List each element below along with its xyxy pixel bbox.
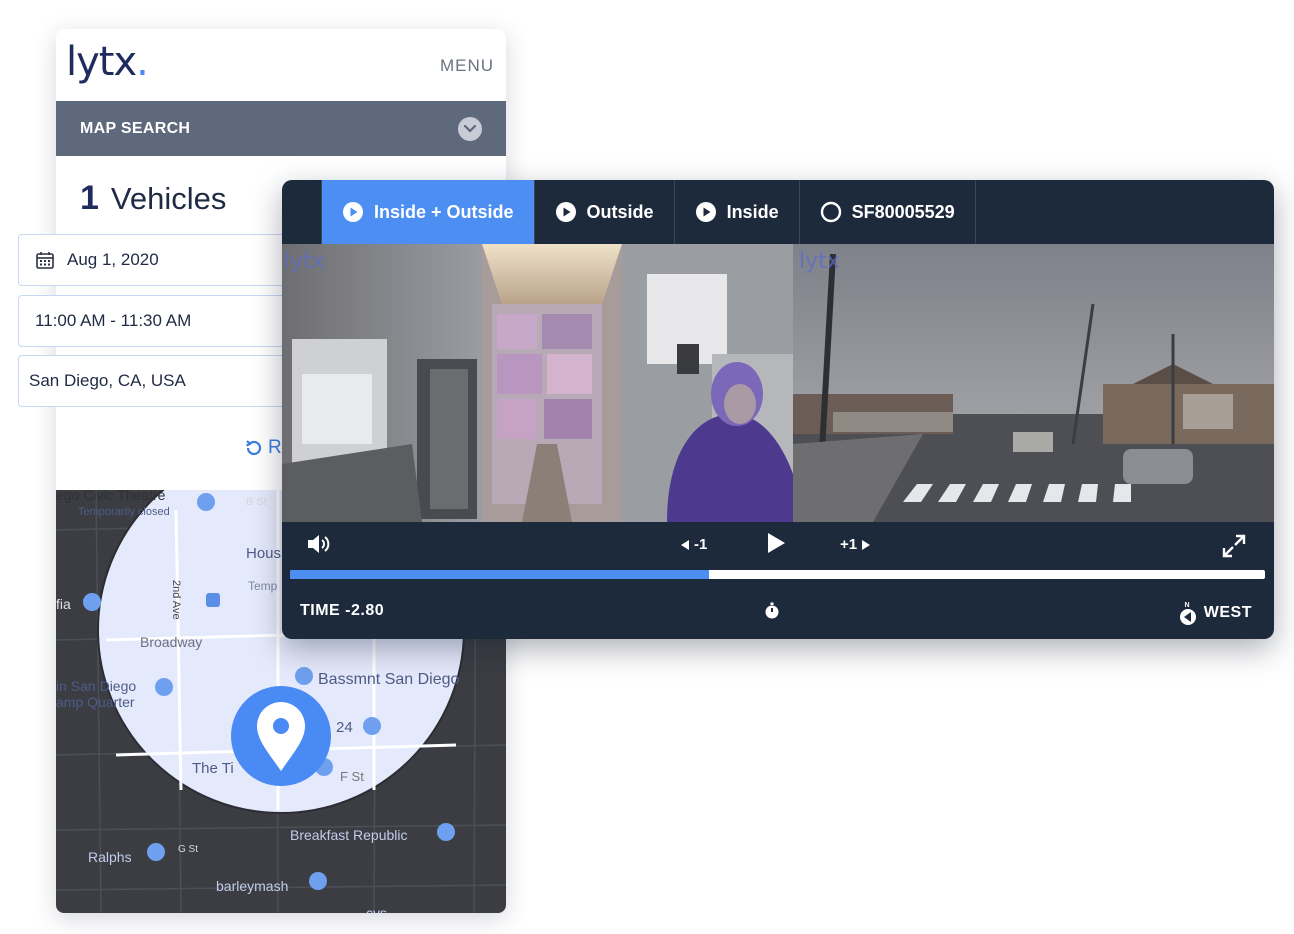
vehicle-count-heading: 1 Vehicles [80,179,226,218]
skip-forward-button[interactable]: +1 [840,536,871,553]
reset-icon [246,440,262,456]
place-pin-icon[interactable] [437,823,455,841]
chevron-down-icon[interactable] [458,117,482,141]
transit-icon [206,593,220,607]
date-value: Aug 1, 2020 [67,250,159,269]
map-search-label: MAP SEARCH [80,119,191,137]
date-field[interactable]: Aug 1, 2020 [18,234,308,286]
tab-outside[interactable]: Outside [535,180,675,244]
map-label-24: 24 [336,719,353,736]
direction-indicator: N WEST [1178,600,1252,626]
skip-forward-label: +1 [840,536,858,553]
location-field[interactable]: San Diego, CA, USA [18,355,308,407]
compass-icon: N [1179,602,1196,625]
place-pin-icon[interactable] [155,678,173,696]
map-label-san-diego-1: in San Diego [56,678,136,694]
location-pin-icon[interactable] [231,686,331,786]
speed-dial-icon[interactable] [764,602,780,620]
map-label-2nd-ave: 2nd Ave [170,580,182,620]
empty-circle-icon [820,201,842,223]
reset-label: R [268,437,282,458]
map-label-f-st: F St [340,769,364,784]
outside-camera-video[interactable]: lytx [793,244,1274,522]
triangle-left-icon [681,539,689,550]
play-circle-icon [342,201,364,223]
map-label-cvs: cvs [366,905,387,913]
place-pin-icon[interactable] [295,667,313,685]
play-circle-icon [695,201,717,223]
map-label-barleymash: barleymash [216,878,288,894]
mobile-header: lytx. MENU [56,29,506,101]
tab-label: Inside + Outside [374,201,514,222]
tab-label: Inside [726,201,779,222]
map-label-the-tip: The Ti [192,760,234,777]
inside-camera-video[interactable]: lytx [282,244,793,522]
place-pin-icon[interactable] [147,843,165,861]
camera-tabs: Inside + Outside Outside Inside SF800055… [282,180,1274,244]
map-label-bassmnt: Bassmnt San Diego [318,671,460,688]
tab-label: SF80005529 [851,201,955,222]
vehicles-label: Vehicles [110,181,227,216]
map-label-fia: fia [56,596,71,612]
lytx-logo[interactable]: lytx. [66,39,149,85]
time-range-value: 11:00 AM - 11:30 AM [35,311,192,330]
tab-spacer [282,180,322,244]
play-button[interactable] [766,532,786,554]
logo-text: lytx [66,39,137,85]
time-range-field[interactable]: 11:00 AM - 11:30 AM [18,295,308,347]
time-label: TIME -2.80 [300,602,385,619]
reset-button[interactable]: R [244,437,282,459]
video-player: Inside + Outside Outside Inside SF800055… [282,180,1274,639]
place-pin-icon[interactable] [83,593,101,611]
fullscreen-icon[interactable] [1220,532,1248,560]
vehicle-count: 1 [80,179,99,217]
map-label-broadway: Broadway [140,634,202,650]
map-label-temporarily-closed: Temporarily closed [78,506,170,518]
direction-label: WEST [1203,604,1252,621]
map-label-house: Hous [246,545,281,562]
skip-back-label: -1 [694,536,708,553]
logo-dot: . [136,39,149,85]
tab-inside-outside[interactable]: Inside + Outside [322,180,535,244]
play-icon [768,533,785,553]
map-label-breakfast: Breakfast Republic [290,827,408,843]
map-label-g-st: G St [178,844,198,855]
map-label-temp: Temp [248,579,278,593]
place-pin-icon[interactable] [197,493,215,511]
volume-icon[interactable] [306,532,332,556]
outside-watermark: lytx [799,249,840,274]
map-search-toggle[interactable]: MAP SEARCH [56,101,506,156]
player-controls: -1 +1 TIME -2.80 N WEST [282,522,1274,639]
location-value: San Diego, CA, USA [29,371,186,390]
map-label-san-diego-2: amp Quarter [56,694,135,710]
compass-letter: N [1184,602,1190,609]
progress-bar[interactable] [290,570,1265,579]
map-label-b-st: B St [246,496,267,508]
place-pin-icon[interactable] [363,717,381,735]
place-pin-icon[interactable] [309,872,327,890]
tab-device-id[interactable]: SF80005529 [800,180,976,244]
tab-label: Outside [586,201,654,222]
inside-watermark: lytx [284,249,325,274]
calendar-icon [35,250,55,270]
progress-fill [290,570,710,579]
menu-button[interactable]: MENU [440,56,494,76]
play-circle-icon [555,201,577,223]
tab-inside[interactable]: Inside [675,180,800,244]
map-label-civic-theatre: ego Civic Theatre [56,490,166,503]
triangle-right-icon [862,539,871,550]
skip-back-button[interactable]: -1 [680,536,707,553]
map-label-ralphs: Ralphs [88,849,132,865]
